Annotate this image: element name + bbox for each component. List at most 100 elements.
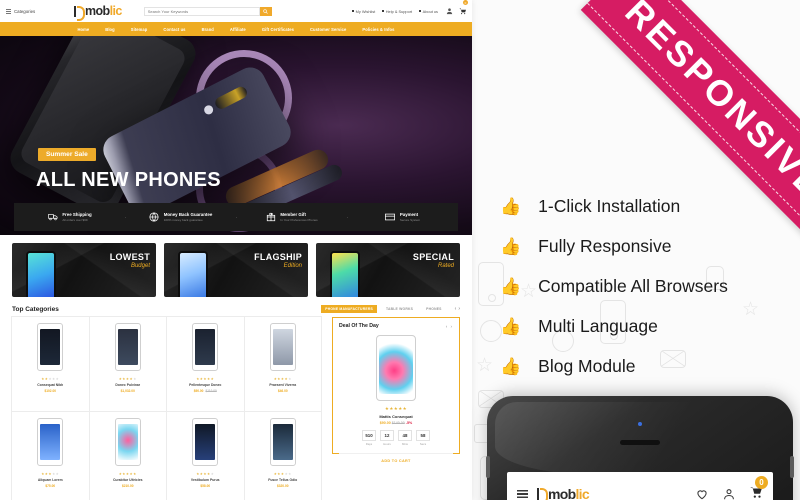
product-card[interactable]: ★★★★★ Fusce Tellus Odio $320.00 [243,411,322,500]
logo-mark-icon [537,488,548,500]
banner-title: FLAGSHIP [254,252,302,262]
mobile-logo[interactable]: moblic [537,486,590,500]
top-categories-header: Top Categories PHONE MANUFACTURERS TABLE… [0,303,472,317]
link-my-wishlist[interactable]: My Wishlist [352,9,375,14]
product-price: $210.00 [121,484,134,488]
product-card[interactable]: ★★★★★ Consequat Nibh $102.00 [11,316,90,412]
search-input[interactable] [143,6,260,16]
service-subtitle: 100% money back guarantee [163,218,203,222]
category-banner-special[interactable]: SPECIAL Rated [316,243,460,297]
nav-item-policies-infos[interactable]: Policies & Infos [362,27,394,32]
product-image [269,323,296,371]
hero-banner[interactable]: Summer Sale ALL NEW PHONES Free Shipping… [0,36,472,235]
nav-item-contact-us[interactable]: Contact us [163,27,185,32]
product-image [37,418,64,466]
tab-phones[interactable]: PHONES [422,305,446,313]
tab-table-works[interactable]: TABLE WORKS [382,305,417,313]
mobile-cart-button[interactable]: 0 [749,475,768,500]
card-icon [385,212,396,223]
feature-item-compatible-all-browsers: 👍 Compatible All Browsers [500,266,728,306]
main-navigation: Home Blog Sitemap Contact us Brand Affil… [0,22,472,36]
gift-icon [265,212,276,223]
service-item-free-shipping: Free Shipping All orders over $69 [14,212,125,223]
nav-item-brand[interactable]: Brand [202,27,214,32]
product-price: $320.00 [276,484,289,488]
product-card[interactable]: ★★★★★ Curabitur Ultricies $210.00 [88,411,167,500]
categories-label: Categories [14,8,36,14]
product-card[interactable]: ★★★★★ Aliquam Lorem $75.00 [11,411,90,500]
ribbon-label: RESPONSIVE [617,0,800,207]
rating-stars: ★★★★★ [273,377,292,381]
service-subtitle: All orders over $69 [62,218,88,222]
product-image [192,323,219,371]
menu-icon [6,8,11,14]
banner-subtitle: Rated [437,263,454,269]
cart-button[interactable]: 0 [459,0,468,20]
search-bar[interactable] [143,6,272,16]
deal-title: Deal Of The Day [339,323,379,329]
nav-item-gift-certificates[interactable]: Gift Certificates [262,27,294,32]
product-card[interactable]: ★★★★★ Pellentesque Donec $90.00 $110.00 [166,316,245,412]
feature-item-multi-language: 👍 Multi Language [500,306,728,346]
nav-item-affiliate[interactable]: Affiliate [230,27,246,32]
categories-button[interactable]: Categories [6,8,72,14]
site-logo[interactable]: moblic [74,4,123,21]
hero-title: ALL NEW PHONES [36,169,221,191]
category-banner-lowest[interactable]: LOWEST Budget [12,243,156,297]
product-card[interactable]: ★★★★★ Praesent Viverra $46.00 [243,316,322,412]
product-name: Pellentesque Donec [189,383,222,387]
mobile-header-icons: 0 [695,475,768,500]
carousel-next-button[interactable]: › [458,306,460,312]
tab-phone-manufacturers[interactable]: PHONE MANUFACTURERS [321,305,377,313]
mockup-side-button-right [790,456,794,478]
deal-prev-button[interactable]: ‹ [446,324,449,329]
deal-product-name: Mattis Consequat [379,414,413,419]
nav-item-blog[interactable]: Blog [105,27,115,32]
deal-price: $90.00 $140.00 -5% [339,421,453,425]
products-and-deal: ★★★★★ Consequat Nibh $102.00 ★★★★★ Donec… [0,316,472,500]
service-item-member-gift: Member Gift In Your Preferences Phones [236,212,347,223]
deal-carousel-arrows[interactable]: ‹ › [446,324,453,329]
heart-icon[interactable] [695,487,709,500]
category-banner-flagship[interactable]: FLAGSHIP Edition [164,243,308,297]
product-name: Donec Pulvinar [115,383,141,387]
product-card[interactable]: ★★★★★ Vestibulum Purus $58.00 [166,411,245,500]
mockup-glare [495,402,785,476]
link-about-us[interactable]: About us [419,9,438,14]
front-camera-icon [638,422,642,426]
product-image [114,418,141,466]
thumbs-up-icon: 👍 [500,356,522,376]
rating-stars: ★★★★★ [41,472,60,476]
deal-product-image[interactable] [376,335,416,401]
link-help-support[interactable]: Help & Support [382,9,412,14]
service-title: Member Gift [280,212,306,217]
hamburger-icon[interactable] [517,490,528,498]
search-icon [263,8,268,14]
product-image [114,323,141,371]
service-subtitle: In Your Preferences Phones [280,218,318,222]
banner-title: LOWEST [109,252,150,262]
product-name: Curabitur Ultricies [112,478,143,482]
nav-item-home[interactable]: Home [77,27,89,32]
search-button[interactable] [259,6,272,16]
feature-label: Blog Module [538,355,636,376]
rating-stars: ★★★★★ [118,472,137,476]
nav-item-sitemap[interactable]: Sitemap [131,27,148,32]
nav-item-customer-service[interactable]: Customer Service [310,27,346,32]
carousel-prev-button[interactable]: ‹ [455,306,457,312]
cart-count-badge: 0 [463,0,468,5]
header-top-links: My Wishlist Help & Support About us [352,9,438,14]
user-icon[interactable] [446,7,453,15]
deal-old-price: $140.00 [391,421,405,425]
product-card[interactable]: ★★★★★ Donec Pulvinar $1,032.00 [88,316,167,412]
deal-next-button[interactable]: › [451,324,454,329]
deal-rating-stars: ★★★★★ [384,406,408,411]
user-icon[interactable] [722,487,736,500]
add-to-cart-button[interactable]: ADD TO CART [339,453,453,463]
logo-text-accent: lic [109,4,123,18]
product-image [37,323,64,371]
service-item-money-back: Money Back Guarantee 100% money back gua… [125,212,236,223]
feature-item-blog-module: 👍 Blog Module [500,346,728,386]
rating-stars: ★★★★★ [196,377,215,381]
feature-label: Multi Language [538,315,658,336]
